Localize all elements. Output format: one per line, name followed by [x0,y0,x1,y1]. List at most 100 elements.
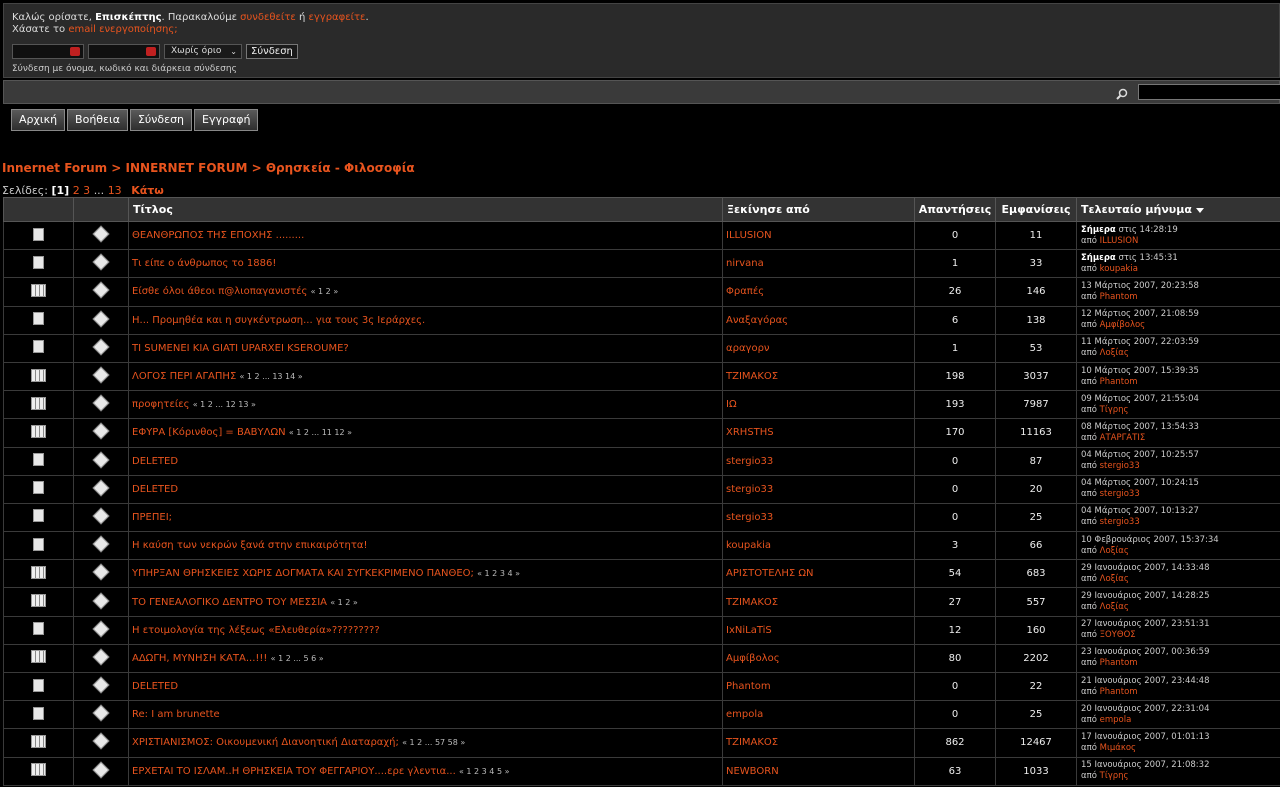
search-bar [3,80,1280,104]
topic-title-link[interactable]: DELETED [132,681,178,692]
topic-author-link[interactable]: ΤΖΙΜΑΚΟΣ [726,371,778,382]
header-last-post[interactable]: Τελευταίο μήνυμα [1076,197,1280,222]
topic-author-link[interactable]: IxNiLaTiS [726,625,772,636]
topic-title-link[interactable]: DELETED [132,484,178,495]
topic-author-link[interactable]: stergio33 [726,484,773,495]
topic-title-link[interactable]: Re: I am brunette [132,709,220,720]
topic-author-link[interactable]: stergio33 [726,512,773,523]
last-post-by: από [1081,432,1097,443]
activation-link[interactable]: email ενεργοποίησης; [68,24,177,35]
topic-author-link[interactable]: empola [726,709,763,720]
header-icon-col [3,197,74,222]
topic-title-link[interactable]: DELETED [132,456,178,467]
last-post-user-link[interactable]: Phantom [1100,658,1138,668]
last-post-user-link[interactable]: Phantom [1100,292,1138,302]
topic-pages[interactable]: « 1 2 » [330,598,358,607]
topic-pages[interactable]: « 1 2 ... 57 58 » [402,738,465,747]
last-post-user-link[interactable]: Αμφίβολος [1100,320,1146,330]
last-post-user-link[interactable]: Λοξίας [1100,546,1129,556]
topic-author-link[interactable]: nirvana [726,258,764,269]
header-author[interactable]: Ξεκίνησε από [722,197,915,222]
topic-author-link[interactable]: XRHSTHS [726,427,774,438]
topic-author-link[interactable]: Phantom [726,681,771,692]
topic-last-post: 12 Μάρτιος 2007, 21:08:59 από Αμφίβολος [1076,305,1280,335]
last-post-user-link[interactable]: stergio33 [1100,461,1140,471]
topic-author-link[interactable]: NEWBORN [726,766,779,777]
topic-title-link[interactable]: ΘΕΑΝΘΡΩΠΟΣ ΤΗΣ ΕΠΟΧΗΣ ......... [132,230,304,241]
page-last[interactable]: 13 [108,184,122,197]
topic-title-link[interactable]: ΛΟΓΟΣ ΠΕΡΙ ΑΓΑΠΗΣ [132,371,236,382]
search-input[interactable] [1138,84,1280,100]
duration-select[interactable]: Χωρίς όριο ⌄ [164,43,242,59]
topic-title-link[interactable]: ΠΡΕΠΕΙ; [132,512,172,523]
header-views[interactable]: Εμφανίσεις [995,197,1077,222]
topic-author-link[interactable]: Αμφίβολος [726,653,780,664]
login-link[interactable]: συνδεθείτε [240,12,296,23]
login-button[interactable]: Σύνδεση [246,43,298,59]
username-input[interactable] [12,43,84,59]
topic-author-cell: Αναξαγόρας [722,305,915,335]
last-post-user-link[interactable]: ΑΤΑΡΓΑΤΙΣ [1100,433,1146,443]
topic-author-link[interactable]: αραγορν [726,343,770,354]
breadcrumb[interactable]: Innernet Forum > INNERNET FORUM > Θρησκε… [2,161,415,175]
last-post-user-link[interactable]: koupakia [1100,264,1138,274]
last-post-user-link[interactable]: Μιμάκος [1100,743,1136,753]
topic-pages[interactable]: « 1 2 ... 13 14 » [239,372,302,381]
last-post-user-link[interactable]: Phantom [1100,377,1138,387]
register-link[interactable]: εγγραφείτε [308,12,365,23]
search-icon[interactable] [1116,88,1128,100]
topic-title-link[interactable]: Τι είπε ο άνθρωπος το 1886! [132,258,276,269]
last-post-user-link[interactable]: Λοξίας [1100,348,1129,358]
topic-title-link[interactable]: προφητείες [132,399,190,410]
topic-title-link[interactable]: ΤΟ ΓΕΝΕΑΛΟΓΙΚΟ ΔΕΝΤΡΟ ΤΟΥ ΜΕΣΣΙΑ [132,597,327,608]
topic-author-link[interactable]: ILLUSION [726,230,772,241]
topic-title-link[interactable]: ΕΡΧΕΤΑΙ ΤΟ ΙΣΛΑΜ..Η ΘΡΗΣΚΕΙΑ ΤΟΥ ΦΕΓΓΑΡΙ… [132,766,456,777]
topic-pages[interactable]: « 1 2 3 4 5 » [459,767,510,776]
topic-title-link[interactable]: Η ετοιμολογία της λέξεως «Ελευθερία»????… [132,625,380,636]
nav-help[interactable]: Βοήθεια [67,109,128,131]
topic-pages[interactable]: « 1 2 ... 11 12 » [289,428,352,437]
nav-home[interactable]: Αρχική [11,109,66,131]
last-post-user-link[interactable]: empola [1100,715,1132,725]
topic-pages[interactable]: « 1 2 3 4 » [477,569,520,578]
topic-title-link[interactable]: TI SUMENEI KIA GIATI UPARXEI KSEROUME? [132,343,349,354]
last-post-user-link[interactable]: Τίγρης [1100,405,1129,415]
last-post-user-link[interactable]: ILLUSION [1100,236,1139,246]
topic-title-link[interactable]: Είσθε όλοι άθεοι π@λιοπαγανιστές [132,286,307,297]
last-post-user-link[interactable]: Λοξίας [1100,602,1129,612]
password-input[interactable] [88,43,160,59]
last-post-user-link[interactable]: ΞΟΥΘΟΣ [1100,630,1136,640]
page-links[interactable]: 2 3 [73,184,91,197]
topic-title-link[interactable]: Η καύση των νεκρών ξανά στην επικαιρότητ… [132,540,367,551]
topic-last-post: 23 Ιανουάριος 2007, 00:36:59 από Phantom [1076,643,1280,674]
topic-author-link[interactable]: stergio33 [726,456,773,467]
last-post-user-link[interactable]: Τίγρης [1100,771,1129,781]
last-post-date: 13 Μάρτιος 2007, 20:23:58 [1081,280,1199,291]
topic-pages[interactable]: « 1 2 » [311,287,339,296]
topic-author-link[interactable]: ΤΖΙΜΑΚΟΣ [726,737,778,748]
topic-author-link[interactable]: koupakia [726,540,771,551]
topic-pages[interactable]: « 1 2 ... 12 13 » [193,400,256,409]
nav-login[interactable]: Σύνδεση [129,109,193,131]
last-post-user-link[interactable]: Phantom [1100,687,1138,697]
topic-author-link[interactable]: Αναξαγόρας [726,315,788,326]
nav-register[interactable]: Εγγραφή [194,109,259,131]
topic-author-link[interactable]: Φραπές [726,286,764,297]
last-post-user-link[interactable]: stergio33 [1100,517,1140,527]
last-post-by: από [1081,235,1097,246]
last-post-user-link[interactable]: stergio33 [1100,489,1140,499]
topic-author-link[interactable]: ΑΡΙΣΤΟΤΕΛΗΣ ΩΝ [726,568,814,579]
header-replies[interactable]: Απαντήσεις [914,197,996,222]
topic-title-link[interactable]: ΑΔΩΓΗ, ΜΥΝΗΣΗ ΚΑΤΑ...!!! [132,653,267,664]
topic-author-link[interactable]: ΤΖΙΜΑΚΟΣ [726,597,778,608]
topic-title-link[interactable]: Η... Προμηθέα και η συγκέντρωση... για τ… [132,315,425,326]
last-post-user-link[interactable]: Λοξίας [1100,574,1129,584]
topic-author-link[interactable]: ΙΩ [726,399,737,410]
topic-title-link[interactable]: ΕΦΥΡΑ [Κόρινθος] = ΒΑΒΥΛΩΝ [132,427,286,438]
go-down-link[interactable]: Κάτω [131,184,164,197]
topic-title-link[interactable]: ΥΠΗΡΞΑΝ ΘΡΗΣΚΕΙΕΣ ΧΩΡΙΣ ΔΟΓΜΑΤΑ ΚΑΙ ΣΥΓΚ… [132,568,474,579]
topic-title-link[interactable]: ΧΡΙΣΤΙΑΝΙΣΜΟΣ: Οικουμενική Διανοητική Δι… [132,737,399,748]
header-title[interactable]: Τίτλος [128,197,723,222]
topic-pages[interactable]: « 1 2 ... 5 6 » [271,654,324,663]
last-post-by: από [1081,291,1097,302]
